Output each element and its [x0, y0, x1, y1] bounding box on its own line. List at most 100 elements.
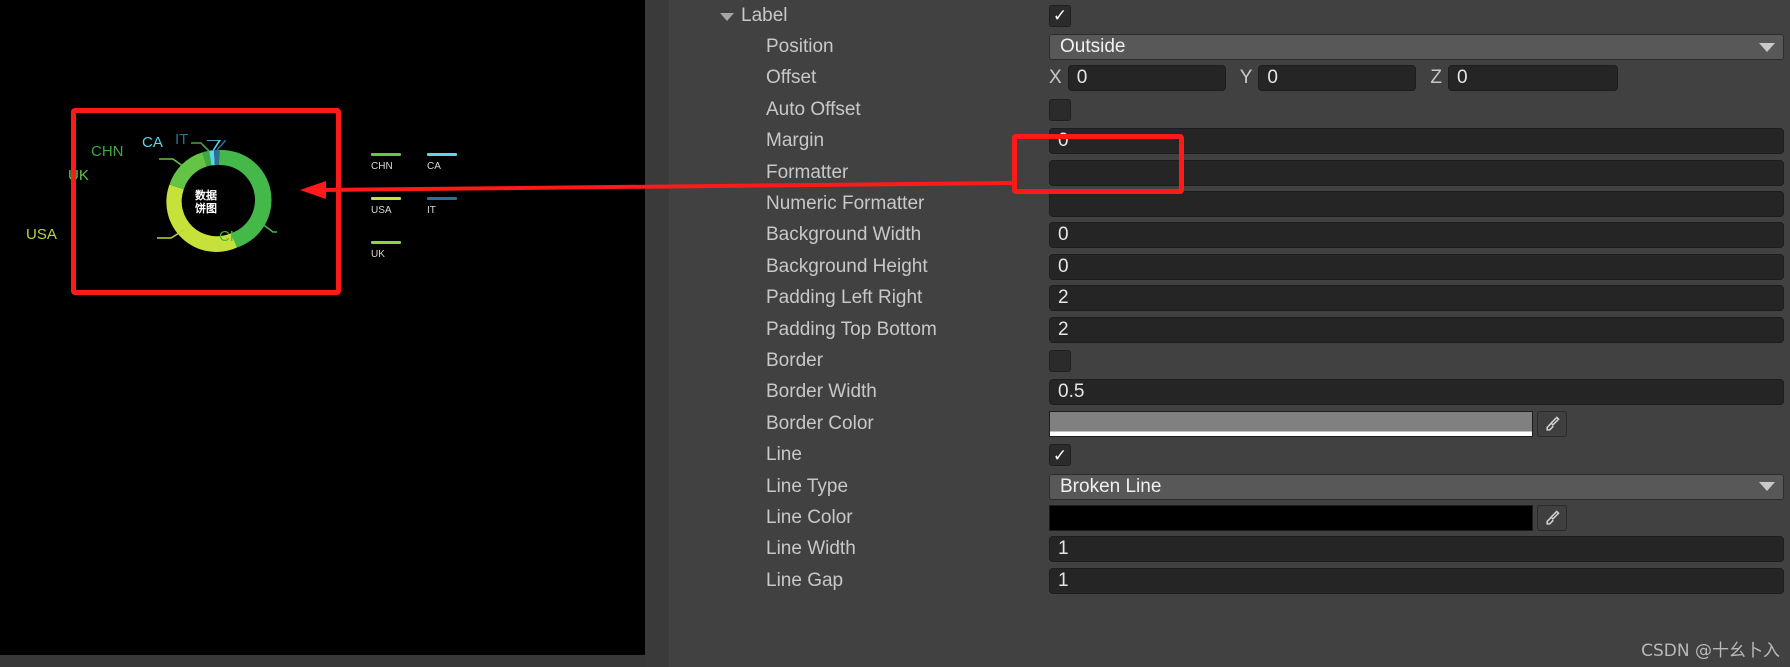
- inspector-row-numeric-formatter[interactable]: Numeric Formatter: [681, 188, 1790, 219]
- line-field[interactable]: ✓: [1049, 439, 1071, 470]
- line-type-dropdown[interactable]: Broken Line: [1049, 473, 1784, 500]
- section-enable-field[interactable]: ✓: [1049, 0, 1071, 31]
- legend-item-ca[interactable]: CA: [427, 153, 457, 172]
- inspector-row-formatter[interactable]: Formatter: [681, 157, 1790, 188]
- legend-item-uk[interactable]: UK: [371, 241, 401, 260]
- padding-top-bottom-field[interactable]: 2: [1049, 314, 1784, 345]
- triangle-down-icon[interactable]: [720, 12, 734, 21]
- chevron-down-icon[interactable]: [1759, 42, 1775, 52]
- border-field[interactable]: ✓: [1049, 345, 1071, 376]
- formatter-field[interactable]: [1049, 157, 1784, 188]
- line-width-input[interactable]: 1: [1049, 536, 1784, 563]
- inspector-row-border-width[interactable]: Border Width 0.5: [681, 377, 1790, 408]
- legend-label-chn: CHN: [371, 161, 393, 172]
- border-checkbox[interactable]: ✓: [1049, 349, 1071, 372]
- eyedropper-icon[interactable]: [1537, 410, 1567, 437]
- padding-top-bottom-input[interactable]: 2: [1049, 316, 1784, 343]
- inspector-row-background-height[interactable]: Background Height 0: [681, 251, 1790, 282]
- margin-input[interactable]: 0: [1049, 128, 1784, 155]
- position-dropdown-value: Outside: [1060, 36, 1126, 58]
- inspector-row-offset[interactable]: Offset X 0 Y 0 Z 0: [681, 63, 1790, 94]
- inspector-row-padding-top-bottom[interactable]: Padding Top Bottom 2: [681, 314, 1790, 345]
- border-width-input[interactable]: 0.5: [1049, 379, 1784, 406]
- margin-field[interactable]: 0: [1049, 126, 1784, 157]
- row-label-line: Line: [766, 444, 802, 466]
- line-gap-field[interactable]: 1: [1049, 565, 1784, 596]
- inspector-row-position[interactable]: Position Outside: [681, 31, 1790, 62]
- inspector-panel: Label ✓ Position Outside Offset X 0 Y 0 …: [681, 0, 1790, 667]
- inspector-row-background-width[interactable]: Background Width 0: [681, 220, 1790, 251]
- scene-view[interactable]: 数据 饼图 CHN CA IT UK USA CHN CHN CA USA IT…: [0, 0, 645, 655]
- background-height-value: 0: [1058, 255, 1069, 277]
- offset-x-input[interactable]: 0: [1067, 65, 1226, 92]
- offset-z-input[interactable]: 0: [1447, 65, 1618, 92]
- legend-item-chn[interactable]: CHN: [371, 153, 401, 172]
- screen-root: 数据 饼图 CHN CA IT UK USA CHN CHN CA USA IT…: [0, 0, 1790, 667]
- offset-field[interactable]: X 0 Y 0 Z 0: [1049, 63, 1789, 94]
- row-label-border: Border: [766, 349, 824, 371]
- panel-gutter-inner: [669, 0, 681, 667]
- numeric-formatter-input[interactable]: [1049, 191, 1784, 218]
- row-label-auto-offset: Auto Offset: [766, 98, 861, 120]
- offset-y-input[interactable]: 0: [1258, 65, 1417, 92]
- border-width-field[interactable]: 0.5: [1049, 377, 1784, 408]
- eyedropper-icon[interactable]: [1537, 504, 1567, 531]
- border-color-swatch[interactable]: [1049, 410, 1533, 437]
- border-color-field[interactable]: [1049, 408, 1789, 439]
- padding-top-bottom-value: 2: [1058, 318, 1069, 340]
- legend-swatch-chn: [371, 153, 401, 156]
- padding-left-right-field[interactable]: 2: [1049, 283, 1784, 314]
- inspector-row-label-section[interactable]: Label ✓: [681, 0, 1790, 31]
- position-dropdown[interactable]: Outside: [1049, 34, 1784, 61]
- legend-swatch-uk: [371, 241, 401, 244]
- margin-value: 0: [1058, 130, 1069, 152]
- inspector-row-margin[interactable]: Margin 0: [681, 126, 1790, 157]
- padding-left-right-input[interactable]: 2: [1049, 285, 1784, 312]
- background-height-input[interactable]: 0: [1049, 253, 1784, 280]
- background-width-field[interactable]: 0: [1049, 220, 1784, 251]
- section-enabled-checkbox[interactable]: ✓: [1049, 4, 1071, 27]
- row-label-offset: Offset: [766, 67, 817, 89]
- pie-label-ca: CA: [142, 134, 163, 151]
- inspector-row-border[interactable]: Border ✓: [681, 345, 1790, 376]
- position-field[interactable]: Outside: [1049, 31, 1784, 62]
- pie-label-chn-top: CHN: [91, 143, 124, 160]
- chart-legend[interactable]: CHN CA USA IT UK: [371, 153, 491, 288]
- line-width-value: 1: [1058, 538, 1069, 560]
- donut-center-line-2: 饼图: [195, 201, 217, 215]
- formatter-input[interactable]: [1049, 159, 1784, 186]
- donut-center-line-1: 数据: [195, 188, 217, 202]
- row-label-line-type: Line Type: [766, 475, 849, 497]
- background-height-field[interactable]: 0: [1049, 251, 1784, 282]
- offset-y-axis-label: Y: [1239, 67, 1253, 89]
- legend-label-it: IT: [427, 205, 436, 216]
- inspector-row-line-type[interactable]: Line Type Broken Line: [681, 471, 1790, 502]
- section-title: Label: [741, 4, 788, 26]
- background-width-input[interactable]: 0: [1049, 222, 1784, 249]
- inspector-row-border-color[interactable]: Border Color: [681, 408, 1790, 439]
- legend-swatch-usa: [371, 197, 401, 200]
- inspector-row-line[interactable]: Line ✓: [681, 439, 1790, 470]
- row-label-border-width: Border Width: [766, 381, 877, 403]
- auto-offset-field[interactable]: ✓: [1049, 94, 1071, 125]
- chevron-down-icon[interactable]: [1759, 482, 1775, 492]
- inspector-row-line-gap[interactable]: Line Gap 1: [681, 565, 1790, 596]
- line-type-field[interactable]: Broken Line: [1049, 471, 1784, 502]
- row-label-margin: Margin: [766, 130, 825, 152]
- pie-chart[interactable]: 数据 饼图 CHN CA IT UK USA CHN CHN CA USA IT…: [26, 108, 457, 295]
- line-gap-input[interactable]: 1: [1049, 567, 1784, 594]
- inspector-row-line-width[interactable]: Line Width 1: [681, 534, 1790, 565]
- inspector-row-padding-left-right[interactable]: Padding Left Right 2: [681, 283, 1790, 314]
- line-color-swatch[interactable]: [1049, 504, 1533, 531]
- foldout-label[interactable]: Label: [720, 0, 788, 31]
- legend-item-usa[interactable]: USA: [371, 197, 401, 216]
- numeric-formatter-field[interactable]: [1049, 188, 1784, 219]
- border-width-value: 0.5: [1058, 381, 1085, 403]
- inspector-row-line-color[interactable]: Line Color: [681, 502, 1790, 533]
- line-checkbox[interactable]: ✓: [1049, 444, 1071, 467]
- legend-item-it[interactable]: IT: [427, 197, 457, 216]
- line-color-field[interactable]: [1049, 502, 1789, 533]
- inspector-row-auto-offset[interactable]: Auto Offset ✓: [681, 94, 1790, 125]
- auto-offset-checkbox[interactable]: ✓: [1049, 98, 1071, 121]
- line-width-field[interactable]: 1: [1049, 534, 1784, 565]
